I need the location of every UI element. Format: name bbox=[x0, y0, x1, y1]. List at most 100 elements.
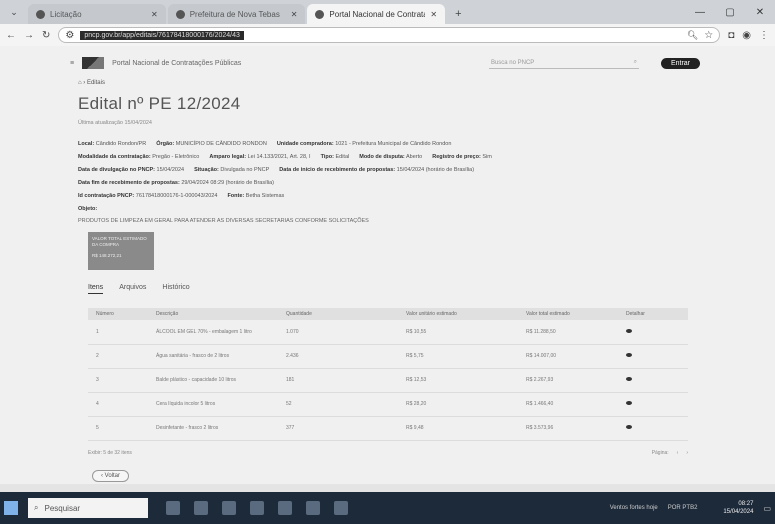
tab-list-chevron-icon[interactable]: ⌄ bbox=[0, 0, 28, 24]
browser-tab-2[interactable]: Prefeitura de Nova Tebas ✕ bbox=[167, 4, 306, 24]
field-amparo: Amparo legal: Lei 14.133/2021, Art. 28, … bbox=[209, 154, 311, 160]
login-button[interactable]: Entrar bbox=[660, 57, 700, 69]
view-detail-icon[interactable] bbox=[626, 353, 632, 357]
new-tab-button[interactable]: + bbox=[447, 4, 469, 24]
next-page-button[interactable]: › bbox=[686, 450, 688, 456]
menu-dots-icon[interactable]: ⋮ bbox=[759, 30, 769, 41]
system-clock[interactable]: 08:27 15/04/2024 bbox=[707, 500, 753, 516]
close-tab-icon[interactable]: ✕ bbox=[151, 10, 158, 19]
breadcrumb-editais[interactable]: Editais bbox=[87, 80, 105, 86]
view-detail-icon[interactable] bbox=[626, 377, 632, 381]
col-quantidade[interactable]: Quantidade bbox=[278, 308, 398, 320]
chrome-icon[interactable] bbox=[306, 501, 320, 515]
tab-itens[interactable]: Itens bbox=[88, 284, 104, 294]
objeto-text: PRODUTOS DE LIMPEZA EM GERAL PARA ATENDE… bbox=[78, 218, 369, 224]
windows-taskbar: ⌕ Pesquisar Ventos fortes hoje POR PTB2 … bbox=[0, 492, 775, 524]
page-title: Edital nº PE 12/2024 bbox=[78, 94, 241, 113]
menu-hamburger-icon[interactable]: ≡ bbox=[70, 60, 74, 67]
tab-title: Prefeitura de Nova Tebas bbox=[189, 9, 280, 19]
table-footer: Exibir: 5 de 32 itens Página: ‹ › bbox=[88, 450, 688, 456]
last-updated: Última atualização 15/04/2024 bbox=[78, 120, 152, 126]
browser-tab-1[interactable]: Licitação ✕ bbox=[28, 4, 166, 24]
file-explorer-icon[interactable] bbox=[222, 501, 236, 515]
field-fonte: Fonte: Betha Sistemas bbox=[227, 193, 285, 199]
page-label: Página: bbox=[651, 450, 669, 456]
browser-tab-3[interactable]: Portal Nacional de Contratação ✕ bbox=[307, 4, 446, 24]
zoom-icon[interactable]: 🔍︎ bbox=[687, 30, 698, 41]
tab-title: Portal Nacional de Contratação bbox=[329, 9, 425, 19]
forward-arrow-icon[interactable]: → bbox=[24, 30, 34, 41]
col-numero[interactable]: Número bbox=[88, 308, 148, 320]
bookmark-star-icon[interactable]: ☆ bbox=[704, 30, 713, 41]
browser-toolbar: ← → ↻ ⚙ pncp.gov.br/app/editais/76178418… bbox=[0, 24, 775, 46]
back-button[interactable]: ‹ Voltar bbox=[92, 470, 130, 482]
app-icon[interactable] bbox=[334, 501, 348, 515]
view-detail-icon[interactable] bbox=[626, 425, 632, 429]
field-inicio: Data de início de recebimento de propost… bbox=[279, 167, 475, 173]
field-situacao: Situação: Divulgada no PNCP bbox=[194, 167, 270, 173]
col-valor-unitario[interactable]: Valor unitário estimado bbox=[398, 308, 518, 320]
address-bar[interactable]: ⚙ pncp.gov.br/app/editais/76178418000176… bbox=[58, 27, 721, 43]
taskbar-search-placeholder: Pesquisar bbox=[44, 503, 81, 513]
search-icon[interactable]: ⌕ bbox=[634, 59, 637, 66]
field-id-pncp: Id contratação PNCP: 76178418000176-1-00… bbox=[78, 193, 218, 199]
back-arrow-icon[interactable]: ← bbox=[6, 30, 16, 41]
items-count[interactable]: Exibir: 5 de 32 itens bbox=[88, 450, 132, 456]
field-orgao: Órgão: MUNICÍPIO DE CÂNDIDO RONDON bbox=[156, 141, 267, 147]
pagination: Página: ‹ › bbox=[652, 450, 688, 456]
favicon-icon bbox=[36, 9, 45, 19]
valor-amount: R$ 148.272,21 bbox=[92, 253, 122, 258]
content-tabs: Itens Arquivos Histórico bbox=[88, 284, 190, 294]
col-descricao[interactable]: Descrição bbox=[148, 308, 278, 320]
close-tab-icon[interactable]: ✕ bbox=[430, 10, 437, 19]
clock-date: 15/04/2024 bbox=[723, 509, 754, 515]
extension-icon[interactable]: ◉ bbox=[742, 30, 751, 41]
favicon-icon bbox=[315, 9, 325, 19]
mail-icon[interactable] bbox=[278, 501, 292, 515]
windows-start-icon[interactable] bbox=[4, 501, 18, 515]
profile-icon[interactable]: ◘ bbox=[728, 30, 734, 41]
notifications-icon[interactable]: ▭ bbox=[763, 504, 771, 513]
minimize-icon[interactable]: — bbox=[685, 7, 715, 18]
valor-label: VALOR TOTAL ESTIMADO DA COMPRA bbox=[92, 236, 147, 247]
pncp-logo-icon[interactable] bbox=[82, 57, 105, 69]
reload-icon[interactable]: ↻ bbox=[42, 30, 50, 41]
table-row: 5 Desinfetante - frasco 2 litros 377 R$ … bbox=[88, 416, 688, 441]
search-placeholder: Busca no PNCP bbox=[490, 59, 535, 66]
clock-time: 08:27 bbox=[738, 501, 754, 507]
taskbar-apps bbox=[166, 501, 348, 515]
close-window-icon[interactable]: ✕ bbox=[745, 7, 775, 18]
site-search-input[interactable]: Busca no PNCP ⌕ bbox=[488, 57, 639, 69]
edital-details: Local: Cândido Rondon/PR Órgão: MUNICÍPI… bbox=[78, 138, 698, 216]
field-fim: Data fim de recebimento de propostas: 29… bbox=[78, 180, 274, 186]
url-text[interactable]: pncp.gov.br/app/editais/76178418000176/2… bbox=[80, 30, 244, 40]
home-icon[interactable]: ⌂ bbox=[78, 80, 82, 86]
language-indicator[interactable]: POR PTB2 bbox=[668, 505, 698, 511]
store-icon[interactable] bbox=[250, 501, 264, 515]
prev-page-button[interactable]: ‹ bbox=[677, 450, 679, 456]
table-row: 2 Água sanitária - frasco de 2 litros 2.… bbox=[88, 344, 688, 369]
edge-browser-icon[interactable] bbox=[194, 501, 208, 515]
task-view-icon[interactable] bbox=[166, 501, 180, 515]
view-detail-icon[interactable] bbox=[626, 328, 632, 333]
weather-widget[interactable]: Ventos fortes hoje bbox=[610, 505, 658, 511]
taskbar-search-input[interactable]: ⌕ Pesquisar bbox=[28, 498, 148, 518]
items-table: Número Descrição Quantidade Valor unitár… bbox=[88, 308, 688, 441]
favicon-icon bbox=[175, 9, 185, 19]
view-detail-icon[interactable] bbox=[626, 401, 632, 405]
col-detalhar: Detalhar bbox=[618, 308, 688, 320]
search-icon: ⌕ bbox=[34, 503, 39, 512]
tab-historico[interactable]: Histórico bbox=[162, 284, 189, 294]
maximize-icon[interactable]: ▢ bbox=[715, 7, 745, 18]
site-info-icon[interactable]: ⚙ bbox=[65, 30, 74, 41]
field-modo: Modo de disputa: Aberto bbox=[359, 154, 423, 160]
table-row: 4 Cera líquida incolor 5 litros 52 R$ 28… bbox=[88, 392, 688, 417]
site-name[interactable]: Portal Nacional de Contratações Públicas bbox=[112, 60, 241, 67]
tab-arquivos[interactable]: Arquivos bbox=[119, 284, 146, 294]
site-header: ≡ Portal Nacional de Contratações Públic… bbox=[70, 54, 700, 72]
valor-total-card: VALOR TOTAL ESTIMADO DA COMPRA R$ 148.27… bbox=[88, 232, 154, 270]
browser-window: ⌄ Licitação ✕ Prefeitura de Nova Tebas ✕… bbox=[0, 0, 775, 524]
field-divulgacao: Data de divulgação no PNCP: 15/04/2024 bbox=[78, 167, 185, 173]
col-valor-total[interactable]: Valor total estimado bbox=[518, 308, 618, 320]
close-tab-icon[interactable]: ✕ bbox=[291, 10, 298, 19]
